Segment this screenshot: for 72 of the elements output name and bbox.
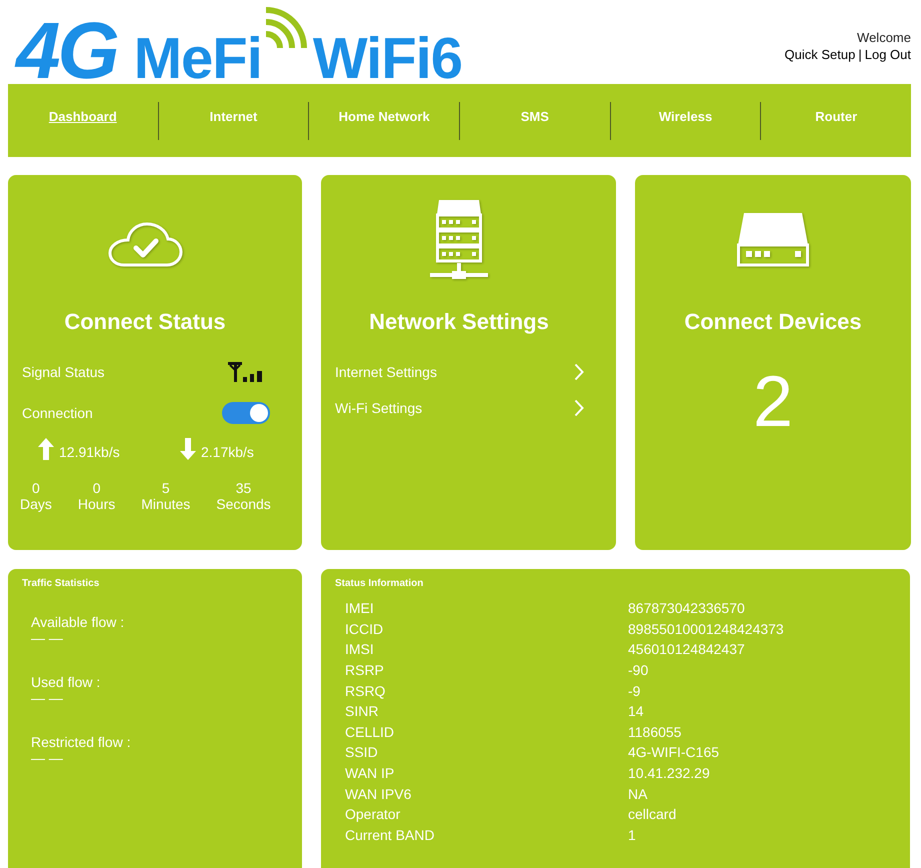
signal-strength-icon xyxy=(228,362,262,382)
server-icon xyxy=(430,200,488,280)
speed-value: 2.17kb/s xyxy=(201,444,254,460)
connection-label: Connection xyxy=(22,405,93,421)
info-value: 89855010001248424373 xyxy=(628,620,784,639)
device-count: 2 xyxy=(752,362,794,442)
download-arrow-icon xyxy=(180,438,196,460)
info-value: 14 xyxy=(628,702,644,722)
logo-text: WiFi6 xyxy=(312,36,462,82)
nav-tab[interactable]: Home Network xyxy=(338,109,430,124)
header-link[interactable]: Log Out xyxy=(864,47,911,62)
info-label: SSID xyxy=(345,743,378,762)
separator-text: | xyxy=(858,47,862,62)
info-value: cellcard xyxy=(628,805,676,824)
info-label: RSRP xyxy=(345,660,384,680)
info-value: 1186055 xyxy=(628,722,682,742)
info-value: -90 xyxy=(628,660,648,680)
info-label: Current BAND xyxy=(345,826,434,846)
nav-tab[interactable]: Router xyxy=(815,109,858,124)
info-label: WAN IP xyxy=(345,764,394,784)
info-value: 1 xyxy=(628,826,636,846)
info-label: CELLID xyxy=(345,722,394,742)
welcome-text: Welcome xyxy=(856,29,911,46)
chevron-right-icon xyxy=(574,399,584,417)
card-title: Connect Devices xyxy=(684,309,862,335)
info-value: 10.41.232.29 xyxy=(628,764,710,784)
uptime-unit: Minutes xyxy=(141,496,190,512)
info-value: NA xyxy=(628,784,648,804)
cloud-check-icon xyxy=(107,222,183,268)
header-link[interactable]: Quick Setup xyxy=(784,47,856,62)
nav-tab[interactable]: Wireless xyxy=(658,109,712,124)
flow-value: — — xyxy=(31,750,63,766)
settings-link[interactable]: Internet Settings xyxy=(335,360,584,384)
chevron-right-icon xyxy=(574,363,584,381)
connection-toggle[interactable] xyxy=(222,402,270,424)
uptime-unit: Seconds xyxy=(216,496,271,512)
info-value: -9 xyxy=(628,682,640,701)
nav-tab[interactable]: Internet xyxy=(210,109,258,124)
info-label: ICCID xyxy=(345,620,384,639)
card-title: Traffic Statistics xyxy=(22,577,100,591)
flow-value: — — xyxy=(31,690,63,706)
uptime-value: 0 xyxy=(92,480,100,496)
speed-value: 12.91kb/s xyxy=(59,444,120,460)
info-value: 456010124842437 xyxy=(628,640,745,660)
upload-arrow-icon xyxy=(38,438,54,460)
info-label: IMEI xyxy=(345,599,374,618)
uptime-unit: Days xyxy=(20,496,52,512)
info-label: SINR xyxy=(345,702,378,722)
settings-link[interactable]: Wi-Fi Settings xyxy=(335,396,584,420)
logo-text: 4G xyxy=(16,19,117,83)
flow-value: — — xyxy=(31,630,63,646)
logo-text: MeFi xyxy=(134,36,262,82)
card-title: Network Settings xyxy=(369,309,549,335)
uptime-value: 35 xyxy=(236,480,252,496)
nav-tab[interactable]: SMS xyxy=(520,109,549,124)
signal-label: Signal Status xyxy=(22,364,104,380)
uptime-unit: Hours xyxy=(78,496,116,512)
flow-label: Used flow : xyxy=(31,674,100,690)
uptime-value: 5 xyxy=(162,480,170,496)
flow-label: Available flow : xyxy=(31,614,124,630)
uptime-value: 0 xyxy=(32,480,40,496)
info-label: IMSI xyxy=(345,640,374,660)
info-value: 4G-WIFI-C165 xyxy=(628,743,720,762)
nav-tab[interactable]: Dashboard xyxy=(48,109,117,124)
card-title: Status Information xyxy=(335,577,424,591)
flow-label: Restricted flow : xyxy=(31,734,131,750)
info-label: WAN IPV6 xyxy=(345,784,412,804)
card-title: Connect Status xyxy=(64,309,226,335)
network-device-icon xyxy=(735,213,811,268)
info-label: RSRQ xyxy=(345,682,386,701)
info-value: 867873042336570 xyxy=(628,599,745,618)
info-label: Operator xyxy=(345,805,400,824)
